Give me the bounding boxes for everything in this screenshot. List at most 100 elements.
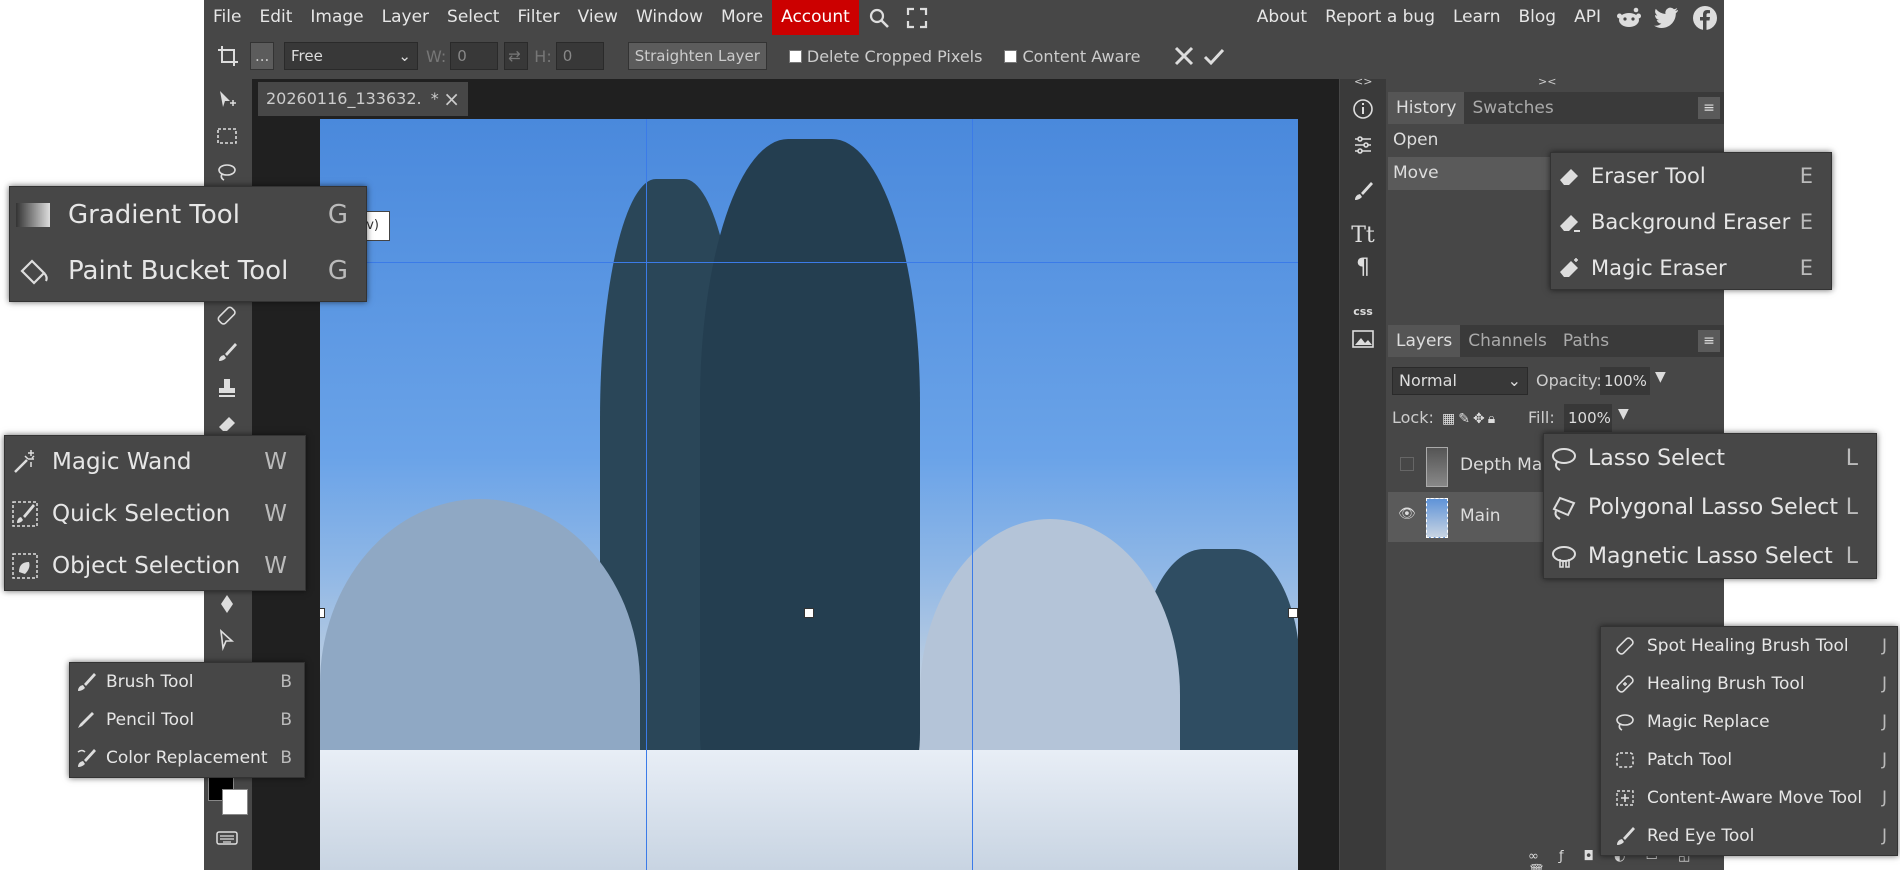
brush-settings-icon[interactable]	[1349, 177, 1377, 205]
menu-item-polygonal-lasso-select[interactable]: Polygonal Lasso Select L	[1544, 483, 1876, 532]
menu-item-quick-selection[interactable]: Quick Selection W	[5, 488, 305, 540]
account-button[interactable]: Account	[772, 0, 859, 35]
menu-item-eraser-tool[interactable]: Eraser Tool E	[1551, 153, 1831, 199]
tab-history[interactable]: History	[1388, 92, 1465, 124]
search-icon[interactable]	[865, 4, 893, 32]
menu-about[interactable]: About	[1248, 0, 1316, 35]
history-menu-icon[interactable]: ≡	[1698, 97, 1720, 119]
menu-item-magic-wand[interactable]: Magic Wand W	[5, 436, 305, 488]
brush-tool-icon[interactable]	[214, 339, 240, 365]
healing-tool-icon[interactable]	[214, 303, 240, 329]
crop-tool-icon[interactable]	[216, 44, 240, 68]
document-tab[interactable]: 20260116_133632. * ×	[258, 82, 468, 116]
menu-item-lasso-select[interactable]: Lasso Select L	[1544, 434, 1876, 483]
aspect-ratio-select[interactable]: Free ⌄	[284, 42, 418, 70]
menu-item-magic-replace[interactable]: Magic Replace J	[1601, 703, 1897, 741]
visibility-toggle-off[interactable]	[1400, 457, 1414, 471]
eraser-tool-icon[interactable]	[214, 411, 240, 437]
marquee-tool-icon[interactable]	[214, 123, 240, 149]
menu-layer[interactable]: Layer	[373, 0, 438, 35]
tab-swatches[interactable]: Swatches	[1464, 92, 1561, 124]
tab-paths[interactable]: Paths	[1555, 325, 1617, 357]
menu-item-patch-tool[interactable]: Patch Tool J	[1601, 741, 1897, 779]
menu-file[interactable]: File	[204, 0, 250, 35]
menu-item-spot-healing-brush[interactable]: Spot Healing Brush Tool J	[1601, 627, 1897, 665]
menu-image[interactable]: Image	[301, 0, 372, 35]
image-icon[interactable]	[1349, 325, 1377, 353]
eye-icon[interactable]: 👁︎	[1398, 506, 1416, 524]
menu-report-bug[interactable]: Report a bug	[1316, 0, 1444, 35]
character-icon[interactable]: Tt	[1349, 221, 1377, 249]
tab-channels[interactable]: Channels	[1460, 325, 1555, 357]
menu-item-paint-bucket-tool[interactable]: Paint Bucket Tool G	[10, 243, 366, 299]
crop-handle-left[interactable]	[320, 608, 325, 618]
menu-item-background-eraser[interactable]: Background Eraser E	[1551, 199, 1831, 245]
background-color-swatch[interactable]	[222, 789, 248, 815]
modified-indicator: *	[430, 89, 439, 108]
menu-api[interactable]: API	[1565, 0, 1610, 35]
pen-tool-icon[interactable]	[214, 591, 240, 617]
straighten-layer-button[interactable]: Straighten Layer	[627, 42, 767, 70]
menu-item-label: Magnetic Lasso Select	[1588, 544, 1833, 569]
tab-layers[interactable]: Layers	[1388, 325, 1461, 357]
menu-window[interactable]: Window	[627, 0, 712, 35]
menu-item-color-replacement[interactable]: Color Replacement B	[70, 739, 304, 777]
path-select-tool-icon[interactable]	[214, 627, 240, 653]
fullscreen-icon[interactable]	[903, 4, 931, 32]
close-document-icon[interactable]: ×	[443, 82, 460, 116]
height-input[interactable]: 0	[555, 42, 604, 70]
menu-item-red-eye-tool[interactable]: Red Eye Tool J	[1601, 817, 1897, 855]
adjustments-icon[interactable]	[1349, 131, 1377, 159]
crop-options-button[interactable]: ...	[250, 42, 274, 70]
options-bar: ... Free ⌄ W: 0 ⇄ H: 0 Straighten Layer …	[204, 35, 1724, 77]
paragraph-icon[interactable]: ¶	[1349, 253, 1377, 281]
patch-icon	[1615, 750, 1635, 770]
move-tool-icon[interactable]	[214, 87, 240, 113]
document-title: 20260116_133632.	[266, 89, 422, 108]
crop-handle-right[interactable]	[1288, 608, 1298, 618]
reddit-icon[interactable]	[1615, 4, 1643, 32]
menu-edit[interactable]: Edit	[250, 0, 301, 35]
magic-wand-icon	[11, 448, 39, 476]
info-icon[interactable]	[1349, 95, 1377, 123]
lasso-tool-icon[interactable]	[214, 159, 240, 185]
lock-icons[interactable]: ▦✎✥🔒︎	[1442, 411, 1512, 427]
collapse-right-icon[interactable]: ><	[1538, 75, 1556, 88]
css-icon[interactable]: css	[1349, 297, 1377, 325]
swap-dimensions-icon[interactable]: ⇄	[504, 42, 529, 70]
width-input[interactable]: 0	[450, 42, 499, 70]
facebook-icon[interactable]	[1691, 4, 1719, 32]
menu-item-brush-tool[interactable]: Brush Tool B	[70, 663, 304, 701]
twitter-icon[interactable]	[1653, 4, 1681, 32]
fill-dropdown-icon[interactable]: ▼	[1618, 406, 1629, 422]
menu-more[interactable]: More	[712, 0, 772, 35]
menu-item-label: Red Eye Tool	[1647, 826, 1755, 846]
layers-menu-icon[interactable]: ≡	[1698, 330, 1720, 352]
cancel-crop-icon[interactable]	[1172, 44, 1196, 68]
menu-item-magnetic-lasso-select[interactable]: Magnetic Lasso Select L	[1544, 532, 1876, 581]
menu-learn[interactable]: Learn	[1444, 0, 1510, 35]
menu-item-magic-eraser[interactable]: Magic Eraser E	[1551, 245, 1831, 291]
menu-filter[interactable]: Filter	[508, 0, 568, 35]
fill-input[interactable]: 100%	[1564, 404, 1612, 432]
delete-cropped-checkbox[interactable]	[788, 49, 802, 63]
stamp-tool-icon[interactable]	[214, 375, 240, 401]
menu-item-content-aware-move[interactable]: Content-Aware Move Tool J	[1601, 779, 1897, 817]
menu-select[interactable]: Select	[438, 0, 508, 35]
keyboard-icon[interactable]	[214, 825, 240, 851]
menu-blog[interactable]: Blog	[1510, 0, 1566, 35]
menu-item-object-selection[interactable]: Object Selection W	[5, 540, 305, 592]
brush-icon	[76, 672, 96, 692]
blend-mode-select[interactable]: Normal ⌄	[1392, 367, 1528, 395]
crop-handle-center[interactable]	[804, 608, 814, 618]
menu-view[interactable]: View	[569, 0, 627, 35]
menu-item-gradient-tool[interactable]: Gradient Tool G	[10, 187, 366, 243]
collapse-left-icon[interactable]: <>	[1354, 75, 1372, 88]
menu-item-healing-brush[interactable]: Healing Brush Tool J	[1601, 665, 1897, 703]
commit-crop-icon[interactable]	[1202, 44, 1226, 68]
menu-item-pencil-tool[interactable]: Pencil Tool B	[70, 701, 304, 739]
opacity-dropdown-icon[interactable]: ▼	[1655, 369, 1666, 385]
opacity-input[interactable]: 100%	[1600, 367, 1650, 395]
canvas[interactable]: v)	[320, 119, 1298, 870]
content-aware-checkbox[interactable]	[1004, 49, 1018, 63]
